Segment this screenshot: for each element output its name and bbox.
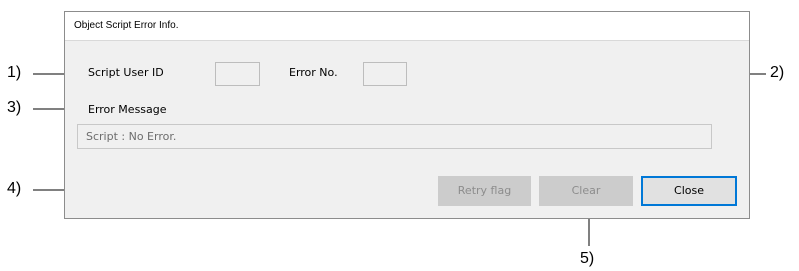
error-no-label: Error No. xyxy=(289,66,338,79)
close-button[interactable]: Close xyxy=(641,176,737,206)
script-user-id-label: Script User ID xyxy=(88,66,164,79)
dialog-titlebar: Object Script Error Info. xyxy=(65,12,749,41)
script-user-id-field xyxy=(215,62,260,86)
callout-3: 3) xyxy=(7,99,22,116)
error-no-field xyxy=(363,62,407,86)
callout-1: 1) xyxy=(7,64,22,81)
callout-4: 4) xyxy=(7,180,22,197)
error-message-field: Script : No Error. xyxy=(77,124,712,149)
callout-2: 2) xyxy=(770,64,785,81)
clear-button[interactable]: Clear xyxy=(539,176,633,206)
callout-5: 5) xyxy=(580,250,595,267)
error-message-label: Error Message xyxy=(88,103,167,116)
retry-flag-button[interactable]: Retry flag xyxy=(438,176,531,206)
object-script-error-dialog: Object Script Error Info. Script User ID… xyxy=(64,11,750,219)
dialog-title: Object Script Error Info. xyxy=(74,20,179,31)
